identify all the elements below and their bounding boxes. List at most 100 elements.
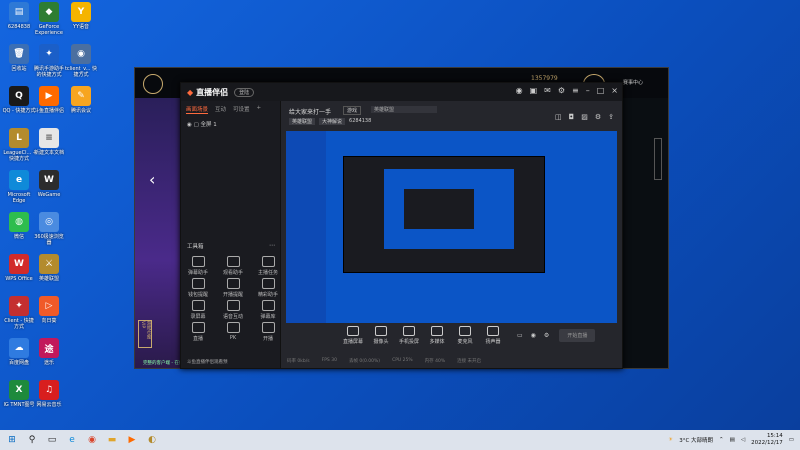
tool-button[interactable]: 开播 [257, 322, 279, 342]
tool-button[interactable]: 开播提醒 [222, 278, 244, 298]
bottom-button[interactable]: 多媒体 [423, 325, 451, 345]
volume-icon[interactable]: ◁ [741, 437, 745, 443]
image-icon[interactable]: ▨ [581, 113, 588, 121]
douyu-icon[interactable]: ▶ [124, 433, 140, 447]
tool-button[interactable]: 观看助手 [222, 256, 244, 276]
category-select[interactable]: 游戏 [343, 106, 362, 115]
app-icon: ♫ [39, 380, 59, 400]
menu-icon[interactable]: ≡ [572, 86, 579, 95]
task-view-icon[interactable]: ▭ [44, 433, 60, 447]
league-icon[interactable]: ◐ [144, 433, 160, 447]
tool-label: 开播 [262, 336, 273, 342]
start-icon[interactable]: ⊞ [4, 433, 20, 447]
desktop-icon[interactable]: ✦ Client - 快捷方式 [2, 296, 36, 330]
search-input[interactable]: 英雄联盟 [371, 106, 437, 113]
tool-button[interactable]: 钱包提醒 [187, 278, 209, 298]
chrome-icon[interactable]: ◉ [84, 433, 100, 447]
tool-button[interactable]: 直播 [187, 322, 209, 342]
tool-button[interactable]: 精彩助手 [257, 278, 279, 298]
settings-icon[interactable]: ⚙ [558, 86, 565, 95]
desktop-icon[interactable]: ◆ GeForce Experience [32, 2, 66, 36]
tab-settings[interactable]: 可设置 [233, 105, 250, 114]
edge-icon[interactable]: e [64, 433, 80, 447]
avatar[interactable]: ◉ [516, 86, 523, 95]
chevron-left-icon[interactable]: ‹ [149, 170, 155, 189]
desktop-icon[interactable]: W WeGame [32, 170, 66, 198]
share-icon[interactable]: ⇪ [608, 113, 614, 121]
desktop-icon[interactable]: ▤ 6284838 [2, 2, 36, 30]
desktop-icon[interactable]: 🗑 回收站 [2, 44, 36, 72]
tab-scenes[interactable]: 画面场景 [186, 105, 209, 114]
folder-icon[interactable]: ▬ [104, 433, 120, 447]
eye-icon[interactable]: ◉ [531, 332, 536, 339]
side-label[interactable]: 游戏仓库 VIP [138, 320, 152, 348]
desktop-icon[interactable]: ✎ 腾讯会议 [64, 86, 98, 114]
game-right-label[interactable]: 赛事中心 [623, 79, 643, 86]
tool-label: 钱包提醒 [187, 292, 208, 298]
eye-icon[interactable]: ◉ [187, 122, 192, 128]
bag-icon[interactable]: ◫ [555, 113, 562, 121]
gear-icon[interactable]: ⚙ [595, 113, 601, 121]
desktop-icon[interactable]: Y YY语音 [64, 2, 98, 30]
search-icon[interactable]: ⚲ [24, 433, 40, 447]
minimize-icon[interactable]: – [586, 86, 590, 95]
desktop-icon[interactable]: ✦ 腾讯手游助手的快捷方式 [32, 44, 66, 78]
desktop-icon[interactable]: ≡ 新建文本文档 [32, 128, 66, 156]
desktop-icon[interactable]: X IG TMNT图号 [2, 380, 36, 408]
bottom-button[interactable]: 麦克风 [451, 325, 479, 345]
weather-icon[interactable]: ☀ [668, 437, 673, 443]
bottom-button[interactable]: 扬声器 [479, 325, 507, 345]
bottom-button[interactable]: 摄像头 [367, 325, 395, 345]
desktop-icon[interactable]: ☁ 百度网盘 [2, 338, 36, 366]
tab-interact[interactable]: 互动 [215, 105, 226, 114]
weather-text[interactable]: 3°C 大部晴朗 [679, 436, 713, 444]
desktop-icon[interactable]: Q QQ - 快捷方式 [2, 86, 36, 114]
bottom-button[interactable]: 手机投屏 [395, 325, 423, 345]
tag-host[interactable]: 大神解说 [319, 118, 346, 125]
desktop-icon[interactable]: 途途乐 [32, 338, 66, 366]
mail-icon[interactable]: ✉ [544, 86, 551, 95]
bottom-button[interactable]: 直播屏幕 [339, 325, 367, 345]
notification-icon[interactable]: ▭ [789, 437, 794, 443]
gift-icon[interactable]: ▣ [530, 86, 538, 95]
tool-button[interactable]: 录屏幕 [187, 300, 209, 320]
tag-game[interactable]: 英雄联盟 [289, 118, 316, 125]
tool-button[interactable]: 语音互动 [222, 300, 244, 320]
window-controls: ◉ ▣ ✉ ⚙ ≡ – □ × [516, 86, 618, 95]
add-icon[interactable]: + [257, 105, 262, 114]
clock[interactable]: 15:14 2022/12/17 [751, 433, 783, 447]
tool-button[interactable]: PK [222, 322, 244, 341]
desktop-icon[interactable]: ◎ 360极速浏览器 [32, 212, 66, 246]
lock-icon[interactable]: ▢ [194, 122, 199, 128]
scene-item[interactable]: ◉ ▢ 全屏 1 [181, 118, 280, 130]
tool-button[interactable]: 主播任务 [257, 256, 279, 276]
stream-preview[interactable] [286, 131, 617, 323]
desktop-icon[interactable]: L LeagueCl... - 快捷方式 [2, 128, 36, 162]
stream-title[interactable]: 给大家来打一手 [289, 107, 331, 116]
login-badge[interactable]: 登陆 [234, 87, 255, 97]
network-icon[interactable]: ▤ [730, 437, 735, 443]
more-icon[interactable]: ⋯ [269, 242, 275, 249]
bottom-button-icon [347, 325, 359, 336]
desktop-icon[interactable]: ▶ 斗鱼直播伴侣 [32, 86, 66, 114]
desktop-icon[interactable]: ⚔ 英雄联盟 [32, 254, 66, 282]
desktop-icon[interactable]: ◉ tclient_v... 快捷方式 [64, 44, 98, 78]
tool-button[interactable]: 弹幕助手 [187, 256, 209, 276]
desktop-icon[interactable]: W WPS Office [2, 254, 36, 282]
scrollbar[interactable] [654, 138, 662, 180]
desktop-icon[interactable]: ▷ 向日葵 [32, 296, 66, 324]
tray-arrow-icon[interactable]: ⌃ [719, 437, 724, 443]
desktop-icon[interactable]: e Microsoft Edge [2, 170, 36, 204]
maximize-icon[interactable]: □ [597, 86, 605, 95]
tool-button[interactable]: 弹幕库 [257, 300, 279, 320]
desktop-icon-label: 百度网盘 [8, 360, 29, 366]
record-icon[interactable]: ▭ [517, 332, 523, 339]
streaming-app-window[interactable]: ◆ 直播伴侣 登陆 ◉ ▣ ✉ ⚙ ≡ – □ × 画面场景 互动 可设置 + [180, 82, 623, 369]
desktop-icon[interactable]: ◍ 微信 [2, 212, 36, 240]
bottom-controls: 直播屏幕 摄像头 手机投屏 多媒体 麦克风 扬声器 ▭ ◉ ⚙ 开始直播 [281, 320, 622, 350]
start-live-button[interactable]: 开始直播 [559, 328, 596, 342]
close-icon[interactable]: × [611, 86, 618, 95]
desktop-icon[interactable]: ♫ 网易云音乐 [32, 380, 66, 408]
settings-icon[interactable]: ⚙ [544, 332, 549, 339]
camera-icon[interactable]: ◘ [569, 113, 575, 121]
